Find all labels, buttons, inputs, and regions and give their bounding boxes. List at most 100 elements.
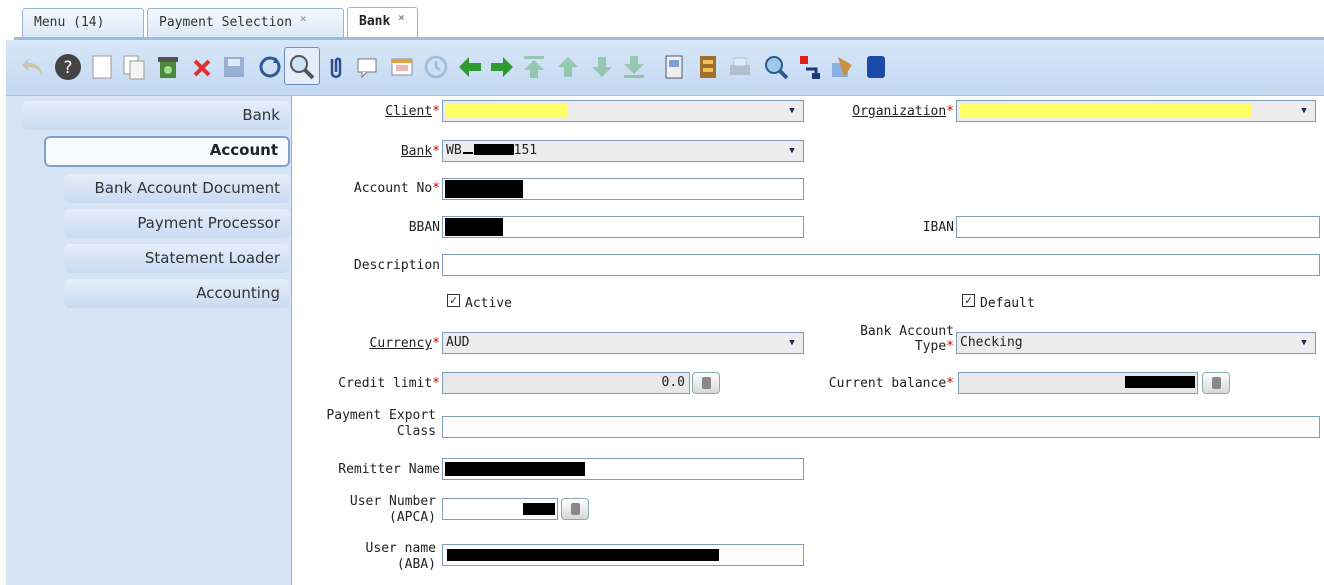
account-no-field[interactable] (442, 178, 804, 200)
nav-item-account[interactable]: Account (44, 136, 290, 167)
description-field[interactable] (442, 254, 1320, 276)
nav-item-statement-loader[interactable]: Statement Loader (64, 244, 290, 273)
tab-bank[interactable]: Bank × (347, 7, 418, 38)
client-label: Client* (385, 104, 440, 119)
bank-value-prefix: WB (446, 143, 462, 158)
client-select[interactable]: ▼ (442, 100, 804, 122)
calculator-button[interactable] (692, 372, 720, 394)
chat-icon[interactable] (352, 51, 384, 83)
active-checkbox[interactable]: ✓ (447, 294, 460, 307)
request-icon[interactable] (794, 51, 826, 83)
user-name-aba-label: User name (ABA) (365, 541, 436, 572)
nav-item-bank-account-document[interactable]: Bank Account Document (64, 174, 290, 203)
bban-field[interactable] (442, 216, 804, 238)
history-icon[interactable] (420, 51, 452, 83)
detail-record-icon[interactable] (586, 51, 618, 83)
undo-icon[interactable] (18, 51, 50, 83)
bank-value-suffix: 151 (513, 143, 538, 158)
chevron-down-icon[interactable]: ▼ (781, 333, 803, 353)
bank-select[interactable]: WB 151 ▼ (442, 140, 804, 162)
close-icon[interactable]: × (398, 11, 405, 24)
bank-label: Bank* (400, 144, 440, 159)
close-icon[interactable]: × (300, 12, 307, 25)
calculator-button[interactable] (561, 498, 589, 520)
chevron-down-icon[interactable]: ▼ (1293, 333, 1315, 353)
last-record-icon[interactable] (618, 51, 650, 83)
save-icon[interactable] (218, 51, 250, 83)
nav-item-payment-processor[interactable]: Payment Processor (64, 209, 290, 238)
account-type-value: Checking (960, 335, 1023, 350)
copy-record-icon[interactable] (118, 51, 150, 83)
toolbar: ? (6, 40, 1324, 96)
payment-export-class-label: Payment Export Class (326, 408, 436, 439)
redacted-block (462, 152, 473, 154)
nav-item-accounting[interactable]: Accounting (64, 279, 290, 308)
default-checkbox[interactable]: ✓ (962, 294, 975, 307)
find-icon[interactable] (286, 51, 318, 83)
remitter-name-label: Remitter Name (338, 462, 440, 477)
credit-limit-field[interactable]: 0.0 (442, 372, 690, 394)
zoom-across-icon[interactable] (760, 51, 792, 83)
remitter-name-field[interactable] (442, 458, 804, 480)
delete-selected-icon[interactable] (152, 51, 184, 83)
description-label: Description (353, 258, 440, 273)
tab-bar: Menu (14) Payment Selection × Bank × (0, 0, 1324, 40)
current-balance-label: Current balance* (828, 376, 954, 391)
user-number-apca-label: User Number (APCA) (349, 494, 436, 525)
nav-label: Bank (242, 106, 280, 124)
refresh-icon[interactable] (254, 51, 286, 83)
currency-label: Currency* (369, 336, 440, 351)
help-icon[interactable]: ? (52, 51, 84, 83)
chevron-down-icon[interactable]: ▼ (1293, 101, 1315, 121)
redacted-block (447, 549, 719, 561)
nav-label: Bank Account Document (94, 179, 281, 197)
iban-label: IBAN (922, 220, 954, 235)
currency-select[interactable]: AUD ▼ (442, 332, 804, 354)
tab-label: Menu (14) (34, 15, 105, 30)
nav-label: Account (209, 141, 278, 159)
previous-record-icon[interactable] (454, 51, 486, 83)
calculator-button[interactable] (1202, 372, 1230, 394)
current-balance-field[interactable] (958, 372, 1198, 394)
credit-limit-label: Credit limit* (338, 376, 440, 391)
archive-icon[interactable] (692, 51, 724, 83)
next-record-icon[interactable] (486, 51, 518, 83)
organization-label: Organization* (852, 104, 954, 119)
first-record-icon[interactable] (518, 51, 550, 83)
default-label: Default (980, 296, 1035, 311)
left-nav: Bank Account Bank Account Document Payme… (6, 96, 292, 585)
bank-account-type-select[interactable]: Checking ▼ (956, 332, 1316, 354)
grid-toggle-icon[interactable] (386, 51, 418, 83)
bban-label: BBAN (408, 220, 440, 235)
redacted-highlight (959, 104, 1251, 118)
tab-label: Bank (359, 14, 391, 29)
bank-account-type-label: Bank Account Type* (860, 324, 954, 354)
user-name-aba-field[interactable] (442, 544, 804, 566)
redacted-highlight (445, 104, 567, 118)
attachment-icon[interactable] (320, 51, 352, 83)
workflow-icon[interactable] (860, 51, 892, 83)
delete-icon[interactable] (186, 51, 218, 83)
payment-export-class-field[interactable] (442, 416, 1320, 438)
chevron-down-icon[interactable]: ▼ (781, 141, 803, 161)
new-record-icon[interactable] (86, 51, 118, 83)
product-info-icon[interactable] (826, 51, 858, 83)
organization-select[interactable]: ▼ (956, 100, 1316, 122)
print-icon[interactable] (724, 51, 756, 83)
tab-payment-selection[interactable]: Payment Selection × (147, 8, 344, 37)
iban-field[interactable] (956, 216, 1320, 238)
currency-value: AUD (446, 335, 470, 350)
nav-label: Statement Loader (144, 249, 280, 267)
tab-menu[interactable]: Menu (14) (22, 8, 144, 37)
user-number-apca-field[interactable] (442, 498, 558, 520)
parent-record-icon[interactable] (552, 51, 584, 83)
redacted-block (1125, 376, 1195, 388)
redacted-block (473, 144, 514, 155)
redacted-block (445, 462, 585, 476)
nav-item-bank[interactable]: Bank (22, 101, 290, 130)
svg-text:?: ? (63, 58, 72, 78)
active-label: Active (465, 296, 512, 311)
chevron-down-icon[interactable]: ▼ (781, 101, 803, 121)
report-icon[interactable] (658, 51, 690, 83)
nav-label: Accounting (196, 284, 280, 302)
